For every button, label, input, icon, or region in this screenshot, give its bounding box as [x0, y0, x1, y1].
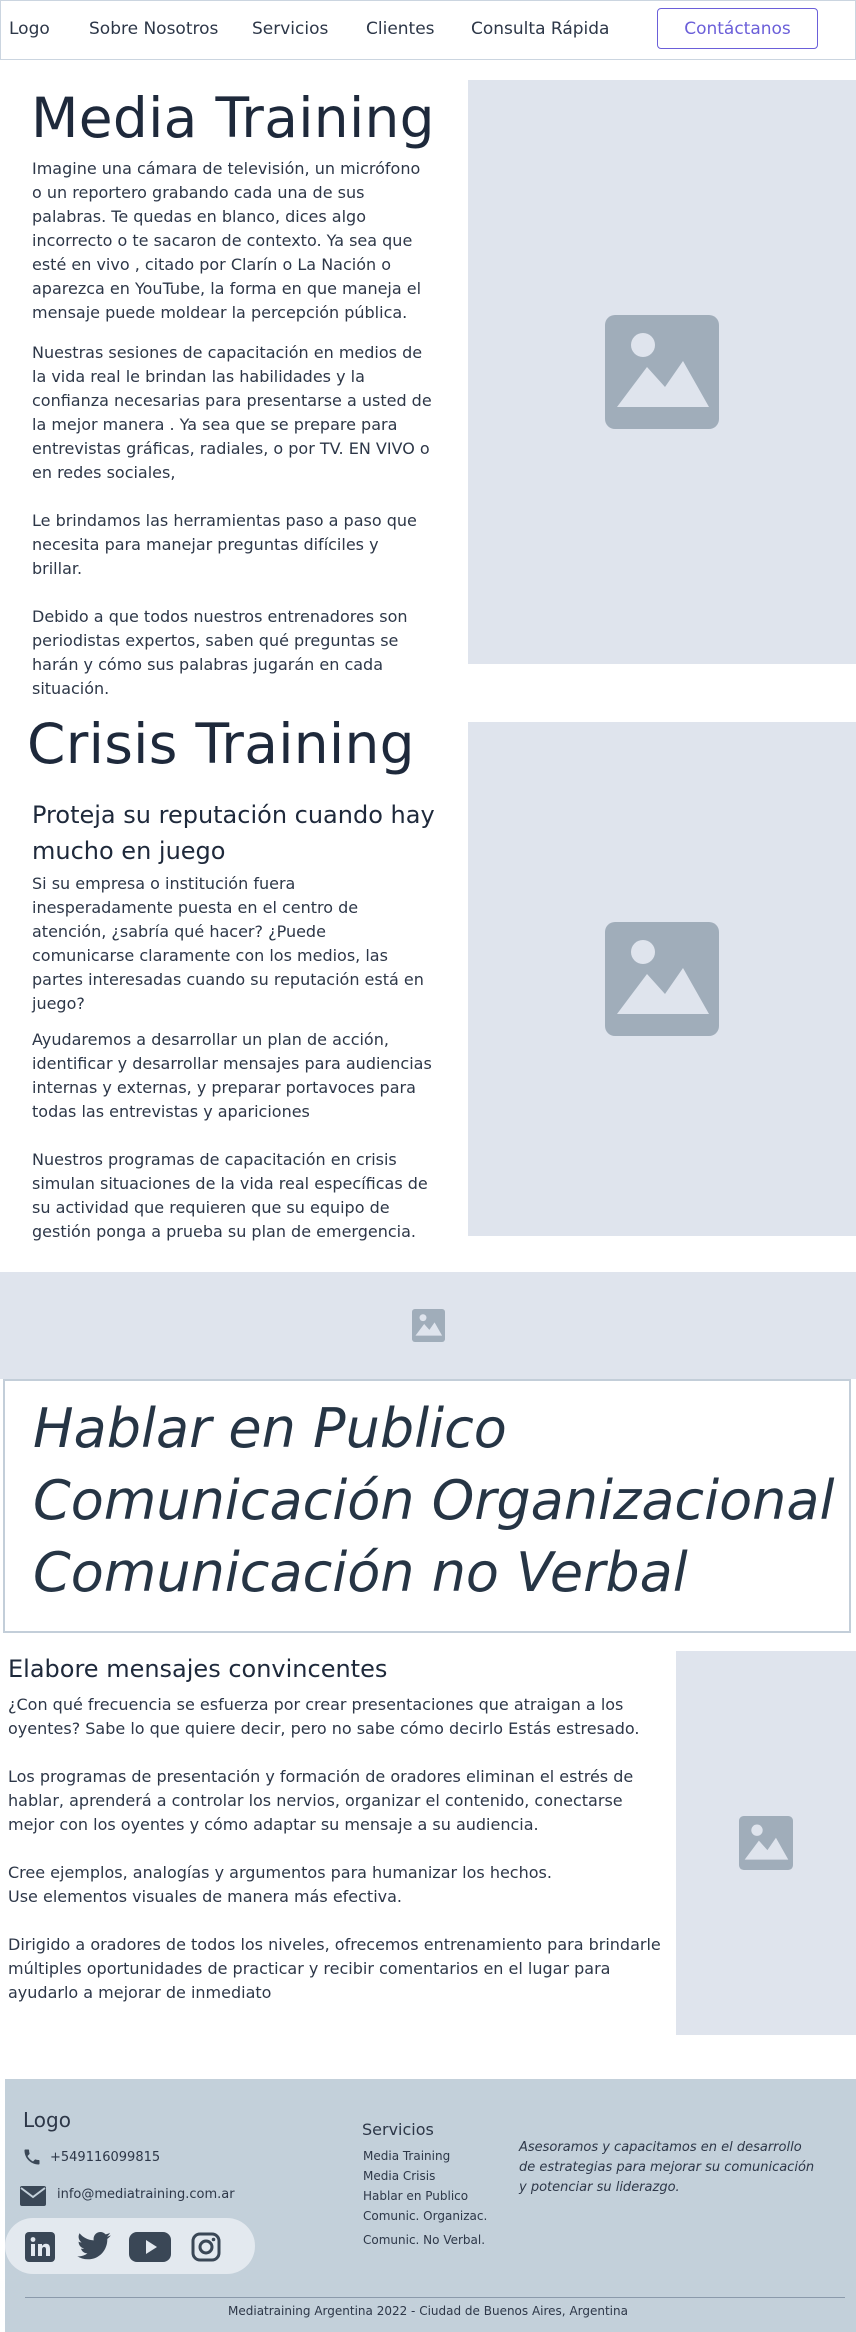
crisis-training-text: Si su empresa o institución fuera inespe… — [32, 872, 432, 1244]
footer-service-link[interactable]: Media Crisis — [363, 2166, 487, 2186]
image-placeholder-icon — [605, 315, 719, 429]
nav-item-sobre-nosotros[interactable]: Sobre Nosotros — [89, 19, 218, 39]
crisis-paragraph: Ayudaremos a desarrollar un plan de acci… — [32, 1030, 432, 1121]
nav-item-clientes[interactable]: Clientes — [366, 19, 435, 39]
media-paragraph: Nuestras sesiones de capacitación en med… — [32, 343, 432, 482]
footer-divider — [25, 2297, 845, 2298]
footer-service-link[interactable]: Comunic. No Verbal. — [363, 2230, 487, 2250]
media-paragraph: Le brindamos las herramientas paso a pas… — [32, 511, 417, 578]
banner-image — [0, 1272, 856, 1379]
footer-tagline: Asesoramos y capacitamos en el desarroll… — [519, 2140, 815, 2195]
crisis-training-image — [468, 722, 856, 1236]
media-paragraph: Debido a que todos nuestros entrenadores… — [32, 607, 408, 698]
footer-logo[interactable]: Logo — [23, 2108, 71, 2132]
phone-icon — [22, 2147, 42, 2171]
banner-line: Hablar en Publico — [33, 1397, 507, 1460]
footer-services-list: Media Training Media Crisis Hablar en Pu… — [363, 2146, 487, 2250]
footer-email[interactable]: info@mediatraining.com.ar — [57, 2187, 235, 2202]
speak-paragraph: Dirigido a oradores de todos los niveles… — [8, 1935, 661, 2002]
crisis-training-title: Crisis Training — [27, 712, 415, 776]
image-placeholder-icon — [411, 1309, 445, 1342]
media-training-text: Imagine una cámara de televisión, un mic… — [32, 157, 432, 701]
image-placeholder-icon — [739, 1816, 793, 1870]
top-nav: Logo Sobre Nosotros Servicios Clientes C… — [0, 0, 856, 60]
crisis-paragraph: Nuestros programas de capacitación en cr… — [32, 1150, 428, 1241]
footer-service-link[interactable]: Comunic. Organizac. — [363, 2206, 487, 2226]
speak-title: Elabore mensajes convincentes — [8, 1655, 388, 1683]
crisis-paragraph: Si su empresa o institución fuera inespe… — [32, 874, 424, 1013]
media-training-title: Media Training — [31, 86, 435, 150]
banner-line: Comunicación no Verbal — [33, 1541, 688, 1604]
speak-paragraph: Los programas de presentación y formació… — [8, 1767, 634, 1834]
nav-item-consulta-rapida[interactable]: Consulta Rápida — [471, 19, 609, 39]
nav-logo[interactable]: Logo — [9, 19, 50, 39]
image-placeholder-icon — [605, 922, 719, 1036]
linkedin-icon[interactable] — [25, 2232, 55, 2266]
footer-phone[interactable]: +549116099815 — [50, 2150, 160, 2165]
twitter-icon[interactable] — [77, 2232, 111, 2264]
services-banner: Hablar en Publico Comunicación Organizac… — [3, 1379, 851, 1633]
banner-line: Comunicación Organizacional — [33, 1469, 835, 1532]
speak-paragraph: Use elementos visuales de manera más efe… — [8, 1887, 403, 1906]
speak-image — [676, 1651, 856, 2035]
media-paragraph: Imagine una cámara de televisión, un mic… — [32, 159, 422, 322]
instagram-icon[interactable] — [191, 2232, 221, 2266]
footer-service-link[interactable]: Hablar en Publico — [363, 2186, 487, 2206]
crisis-subtitle: Proteja su reputación cuando hay mucho e… — [32, 801, 435, 865]
social-bar — [5, 2218, 255, 2274]
contact-button[interactable]: Contáctanos — [657, 8, 818, 49]
speak-text: ¿Con qué frecuencia se esfuerza por crea… — [8, 1693, 672, 2005]
youtube-icon[interactable] — [129, 2232, 171, 2266]
footer-services-title: Servicios — [362, 2120, 434, 2139]
speak-paragraph: ¿Con qué frecuencia se esfuerza por crea… — [8, 1695, 640, 1738]
footer-copyright: Mediatraining Argentina 2022 - Ciudad de… — [228, 2304, 628, 2318]
footer-service-link[interactable]: Media Training — [363, 2146, 487, 2166]
email-icon — [20, 2186, 46, 2210]
speak-paragraph: Cree ejemplos, analogías y argumentos pa… — [8, 1863, 552, 1882]
nav-item-servicios[interactable]: Servicios — [252, 19, 328, 39]
media-training-image — [468, 80, 856, 664]
